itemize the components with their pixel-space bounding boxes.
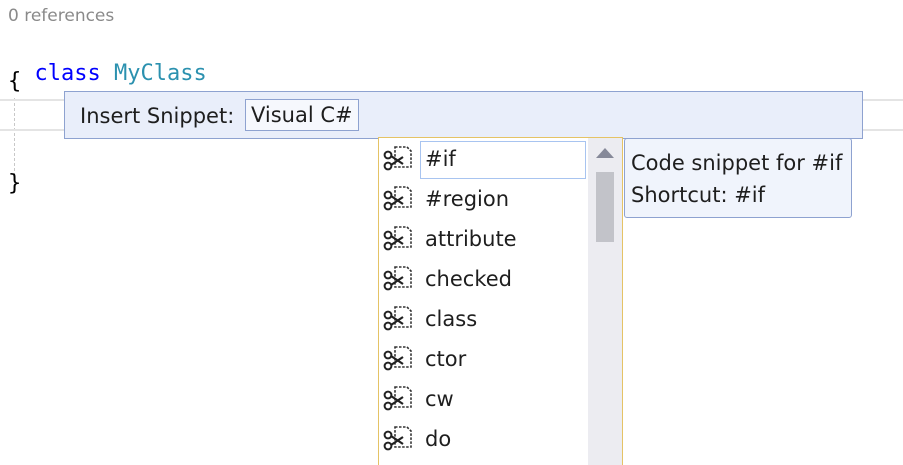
scrollbar-thumb[interactable] — [596, 172, 614, 242]
snippet-list-item[interactable]: class — [379, 299, 587, 339]
snippet-list-item[interactable]: checked — [379, 259, 587, 299]
insert-snippet-label: Insert Snippet: — [80, 104, 235, 128]
snippet-icon — [383, 425, 413, 453]
snippet-icon — [383, 145, 413, 173]
list-scrollbar[interactable] — [588, 138, 622, 465]
snippet-item-label: checked — [425, 267, 512, 291]
snippet-completion-list[interactable]: #if #region attribute checked class ctor cw do — [378, 137, 623, 465]
scroll-up-arrow-icon[interactable] — [596, 148, 614, 158]
snippet-item-label: do — [425, 427, 452, 451]
class-name: MyClass — [113, 61, 207, 86]
class-keyword: class — [34, 61, 101, 86]
close-brace: } — [8, 171, 22, 196]
tooltip-description: Code snippet for #if — [631, 151, 843, 175]
snippet-item-label: #if — [425, 147, 456, 171]
open-brace: { — [8, 69, 22, 94]
snippet-list-item[interactable]: #if — [379, 139, 587, 179]
snippet-item-label: class — [425, 307, 478, 331]
snippet-icon — [383, 305, 413, 333]
snippet-list-item[interactable]: do — [379, 419, 587, 459]
snippet-icon — [383, 265, 413, 293]
insert-snippet-bar: Insert Snippet: Visual C# — [64, 91, 863, 139]
indent-guide — [14, 98, 15, 176]
snippet-icon — [383, 185, 413, 213]
snippet-item-label: attribute — [425, 227, 517, 251]
snippet-list-item[interactable]: #region — [379, 179, 587, 219]
snippet-icon — [383, 225, 413, 253]
snippet-list-item[interactable]: attribute — [379, 219, 587, 259]
snippet-language-chip[interactable]: Visual C# — [245, 99, 359, 131]
codelens-references[interactable]: 0 references — [8, 6, 114, 26]
snippet-list-item[interactable]: ctor — [379, 339, 587, 379]
snippet-item-label: cw — [425, 387, 454, 411]
snippet-tooltip: Code snippet for #if Shortcut: #if — [624, 138, 852, 218]
snippet-item-label: ctor — [425, 347, 467, 371]
snippet-icon — [383, 385, 413, 413]
snippet-list-item[interactable]: cw — [379, 379, 587, 419]
snippet-item-label: #region — [425, 187, 510, 211]
tooltip-shortcut: Shortcut: #if — [631, 183, 766, 207]
snippet-icon — [383, 345, 413, 373]
class-declaration-line: class MyClass — [8, 32, 207, 88]
